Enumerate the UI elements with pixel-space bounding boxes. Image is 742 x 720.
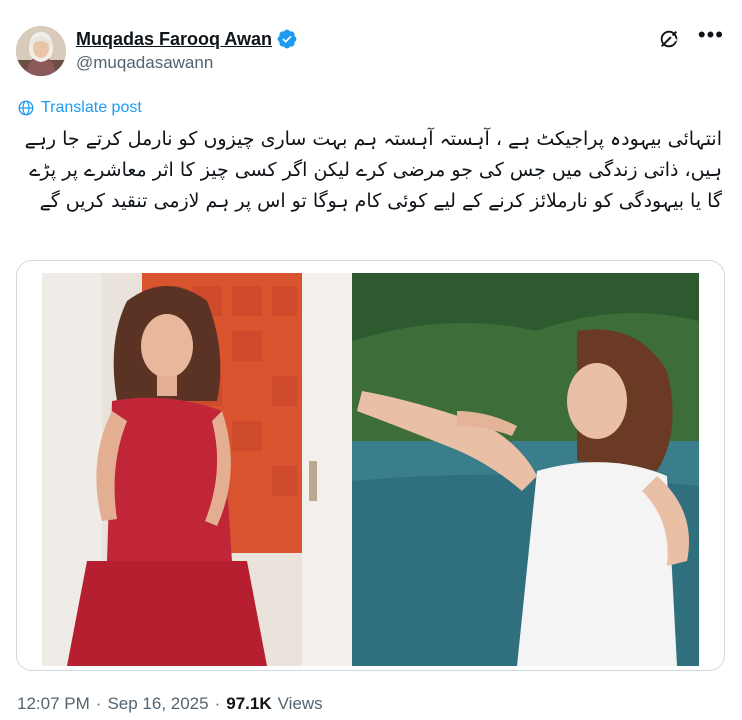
verified-badge-icon	[277, 29, 297, 49]
views-label: Views	[277, 694, 323, 713]
views-count[interactable]: 97.1K	[226, 694, 271, 714]
media-image	[17, 261, 724, 670]
author-handle[interactable]: @muqadasawann	[76, 53, 213, 73]
avatar-image	[16, 26, 66, 76]
avatar[interactable]	[16, 26, 66, 76]
post-media[interactable]	[16, 260, 725, 671]
translate-post-link[interactable]: Translate post	[17, 99, 142, 117]
post-date[interactable]: Sep 16, 2025	[107, 694, 208, 714]
post-time[interactable]: 12:07 PM	[17, 694, 90, 714]
grok-icon[interactable]	[658, 28, 680, 50]
more-icon[interactable]: •••	[698, 24, 724, 50]
post-text: انتہائی بیہودہ پراجیکٹ ہے ، آہستہ آہستہ …	[24, 128, 722, 212]
author-name[interactable]: Muqadas Farooq Awan	[76, 29, 272, 50]
meta-separator: ·	[95, 694, 102, 713]
post-meta: 12:07 PM · Sep 16, 2025 · 97.1K Views	[17, 694, 323, 714]
meta-separator: ·	[214, 694, 221, 713]
globe-icon	[18, 100, 34, 116]
translate-label: Translate post	[41, 99, 142, 116]
